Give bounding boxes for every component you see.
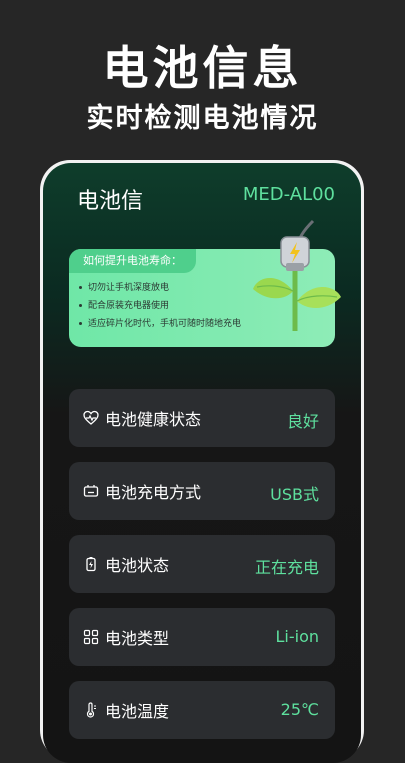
promo-title: 电池信息 bbox=[102, 41, 303, 95]
battery-status-row[interactable]: 电池状态 正在充电 bbox=[69, 535, 335, 593]
tips-list: 切勿让手机深度放电 配合原装充电器使用 适应碎片化时代，手机可随时随地充电 bbox=[79, 279, 241, 333]
battery-status-value: 正在充电 bbox=[254, 558, 319, 577]
charging-method-row[interactable]: 电池充电方式 USB式 bbox=[69, 462, 335, 520]
plug-plant-illustration bbox=[253, 219, 341, 331]
app-title: 电池信 bbox=[77, 189, 144, 214]
battery-health-row[interactable]: 电池健康状态 良好 bbox=[69, 389, 335, 447]
battery-temperature-value: 25℃ bbox=[280, 700, 319, 719]
phone-screen: 电池信 MED-AL00 如何提升电池寿命： 切勿让手机深度放电 配合原装充电器… bbox=[43, 163, 361, 763]
battery-temperature-label: 电池温度 bbox=[105, 702, 170, 721]
tips-title: 如何提升电池寿命： bbox=[69, 249, 196, 273]
thermometer-icon bbox=[86, 702, 96, 718]
device-model: MED-AL00 bbox=[242, 184, 335, 205]
charging-method-label: 电池充电方式 bbox=[105, 483, 202, 502]
grid-icon bbox=[83, 629, 99, 645]
battery-type-label: 电池类型 bbox=[105, 629, 170, 648]
battery-status-label: 电池状态 bbox=[105, 556, 170, 575]
tip-item: 适应碎片化时代，手机可随时随地充电 bbox=[79, 315, 241, 333]
battery-health-value: 良好 bbox=[286, 412, 319, 431]
battery-status-icon bbox=[86, 557, 96, 572]
tip-item: 配合原装充电器使用 bbox=[79, 297, 241, 315]
tip-item: 切勿让手机深度放电 bbox=[79, 279, 241, 297]
battery-health-label: 电池健康状态 bbox=[105, 410, 202, 429]
battery-charge-icon bbox=[83, 485, 99, 497]
charging-method-value: USB式 bbox=[270, 485, 319, 504]
battery-tips-card: 如何提升电池寿命： 切勿让手机深度放电 配合原装充电器使用 适应碎片化时代，手机… bbox=[69, 219, 341, 347]
promo-subtitle: 实时检测电池情况 bbox=[86, 103, 319, 134]
battery-type-row[interactable]: 电池类型 Li-ion bbox=[69, 608, 335, 666]
battery-type-value: Li-ion bbox=[275, 627, 319, 646]
heart-pulse-icon bbox=[83, 410, 99, 425]
battery-temperature-row[interactable]: 电池温度 25℃ bbox=[69, 681, 335, 739]
